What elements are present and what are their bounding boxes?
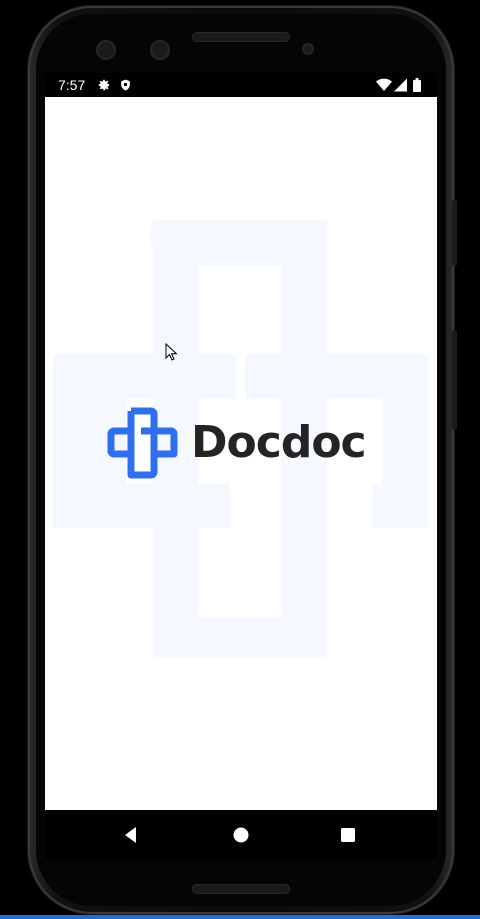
back-icon[interactable] — [120, 824, 142, 846]
status-bar: 7:57 — [45, 73, 437, 97]
taskbar-accent-line — [0, 915, 480, 919]
wifi-icon — [376, 78, 392, 97]
home-icon[interactable] — [230, 824, 252, 846]
recents-icon[interactable] — [337, 824, 359, 846]
volume-button — [452, 200, 457, 266]
earpiece-speaker — [192, 32, 290, 42]
app-name: Docdoc — [191, 417, 367, 468]
front-camera — [96, 40, 116, 60]
mouse-cursor-icon — [165, 343, 177, 361]
navigation-bar — [45, 810, 437, 859]
bottom-speaker — [192, 884, 290, 894]
splash-screen: Docdoc — [45, 97, 437, 810]
front-sensor — [150, 40, 170, 60]
signal-icon — [394, 78, 407, 97]
battery-icon — [413, 78, 421, 97]
gear-icon — [97, 78, 111, 97]
shield-icon — [119, 78, 132, 97]
medical-cross-logo-icon — [107, 407, 178, 479]
power-button — [452, 330, 457, 430]
status-time: 7:57 — [58, 77, 86, 93]
proximity-sensor — [302, 43, 314, 55]
device-screen: 7:57 Docdoc — [45, 73, 437, 859]
